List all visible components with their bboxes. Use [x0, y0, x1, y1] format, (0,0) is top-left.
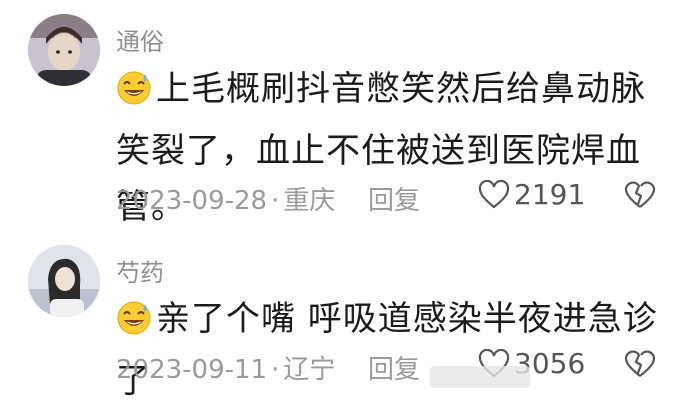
- comment-date: 2023-09-28: [116, 186, 268, 216]
- reply-button[interactable]: 回复: [368, 180, 420, 217]
- comment-date: 2023-09-11: [116, 355, 268, 385]
- sweat-smile-emoji-icon: [116, 67, 152, 123]
- sweat-smile-emoji-icon: [116, 297, 152, 353]
- dislike-button[interactable]: [623, 349, 657, 383]
- comment-meta: 2023-09-28 · 重庆: [116, 180, 335, 217]
- user-avatar[interactable]: [28, 14, 100, 86]
- watermark-overlay: [430, 366, 530, 388]
- meta-separator: ·: [271, 355, 280, 385]
- broken-heart-icon: [624, 181, 656, 208]
- username[interactable]: 通俗: [116, 22, 164, 57]
- comment-meta: 2023-09-11 · 辽宁: [116, 349, 335, 386]
- comment-location: 辽宁: [283, 355, 336, 385]
- heart-icon: [478, 179, 510, 208]
- like-button[interactable]: 2191: [478, 178, 585, 211]
- username[interactable]: 芍药: [116, 253, 164, 288]
- reply-button[interactable]: 回复: [368, 349, 420, 386]
- meta-separator: ·: [271, 186, 280, 216]
- like-count: 2191: [514, 178, 586, 211]
- dislike-button[interactable]: [623, 180, 657, 214]
- comment-location: 重庆: [283, 186, 336, 216]
- broken-heart-icon: [624, 350, 656, 377]
- avatar-man-icon: [28, 14, 100, 86]
- avatar-woman-icon: [28, 245, 100, 317]
- comment-item: 芍药 亲了个嘴 呼吸道感染半夜进急诊了 2023-09-11 · 辽宁 回复 305…: [0, 225, 690, 406]
- comment-item: 通俗 上毛概刷抖音憋笑然后给鼻动脉笑裂了，血止不住被送到医院焊血管。 2023-…: [0, 0, 690, 227]
- user-avatar[interactable]: [28, 245, 100, 317]
